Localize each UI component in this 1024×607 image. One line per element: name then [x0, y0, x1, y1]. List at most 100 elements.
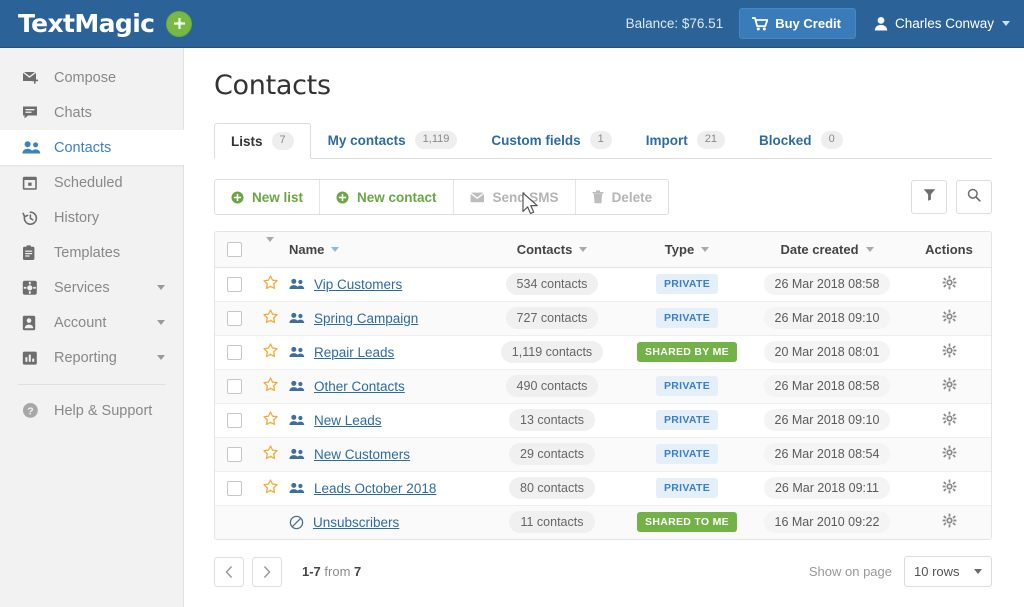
select-all-checkbox[interactable]	[226, 242, 242, 258]
star-icon[interactable]	[262, 275, 278, 290]
header-date-created[interactable]: Date created	[747, 232, 907, 268]
star-icon[interactable]	[262, 445, 278, 460]
gear-icon[interactable]	[942, 513, 957, 528]
rows-per-page-select[interactable]: 10 rows	[904, 556, 992, 587]
star-icon[interactable]	[262, 343, 278, 358]
star-icon[interactable]	[262, 411, 278, 426]
table-row[interactable]: Other Contacts 490 contacts PRIVATE 26 M…	[215, 369, 991, 404]
row-name-cell: Spring Campaign	[287, 301, 477, 336]
list-name-link[interactable]: New Customers	[314, 447, 410, 462]
row-date-cell: 26 Mar 2018 09:11	[747, 471, 907, 506]
table-row[interactable]: New Leads 13 contacts PRIVATE 26 Mar 201…	[215, 403, 991, 438]
row-checkbox[interactable]	[226, 447, 242, 463]
list-name-link[interactable]: Vip Customers	[314, 277, 402, 292]
gear-icon[interactable]	[942, 377, 957, 392]
table-row[interactable]: Spring Campaign 727 contacts PRIVATE 26 …	[215, 301, 991, 336]
tab-count-badge: 1,119	[414, 131, 458, 149]
star-icon[interactable]	[262, 309, 278, 324]
rows-per-page-value: 10 rows	[914, 564, 960, 579]
sidebar-item-compose[interactable]: Compose	[0, 60, 183, 95]
row-checkbox[interactable]	[226, 481, 242, 497]
date-created: 26 Mar 2018 08:58	[763, 273, 891, 295]
new-item-plus-button[interactable]	[166, 10, 193, 37]
tab-import[interactable]: Import 21	[629, 122, 742, 158]
row-checkbox[interactable]	[226, 311, 242, 327]
sidebar-item-account[interactable]: Account	[0, 305, 183, 340]
header-bulk-actions[interactable]	[253, 232, 287, 268]
table-row[interactable]: Leads October 2018 80 contacts PRIVATE 2…	[215, 471, 991, 506]
list-name-link[interactable]: Spring Campaign	[314, 311, 418, 326]
list-name-link[interactable]: Repair Leads	[314, 345, 394, 360]
compose-mail-icon	[22, 70, 44, 86]
row-star-cell	[253, 471, 287, 506]
table-row[interactable]: Repair Leads 1,119 contacts SHARED BY ME…	[215, 335, 991, 370]
table-row[interactable]: Vip Customers 534 contacts PRIVATE 26 Ma…	[215, 267, 991, 302]
row-checkbox[interactable]	[226, 379, 242, 395]
topbar-right-group: Balance: $76.51 Buy Credit Charles Conwa…	[626, 8, 1010, 39]
tab-custom-fields[interactable]: Custom fields 1	[474, 122, 628, 158]
sidebar-item-chats[interactable]: Chats	[0, 95, 183, 130]
header-type[interactable]: Type	[627, 232, 747, 268]
search-button[interactable]	[956, 180, 992, 214]
sidebar-item-services[interactable]: Services	[0, 270, 183, 305]
sidebar-item-help-support[interactable]: ? Help & Support	[0, 393, 183, 428]
table-row[interactable]: Unsubscribers 11 contacts SHARED TO ME 1…	[215, 505, 991, 539]
row-type-cell: PRIVATE	[627, 471, 747, 506]
sidebar-item-scheduled[interactable]: Scheduled	[0, 165, 183, 200]
contacts-count: 29 contacts	[509, 443, 595, 465]
lists-table-container: Name Contacts Type Date created Actions …	[214, 231, 992, 540]
row-checkbox[interactable]	[226, 413, 242, 429]
header-contacts[interactable]: Contacts	[477, 232, 627, 268]
row-checkbox-cell	[215, 403, 253, 438]
gear-icon[interactable]	[942, 411, 957, 426]
sidebar-item-history[interactable]: History	[0, 200, 183, 235]
buy-credit-button[interactable]: Buy Credit	[739, 8, 856, 39]
gear-icon[interactable]	[942, 309, 957, 324]
buy-credit-label: Buy Credit	[775, 16, 841, 31]
filter-button[interactable]	[911, 180, 947, 214]
list-name-link[interactable]: Unsubscribers	[313, 515, 399, 530]
row-checkbox[interactable]	[226, 277, 242, 293]
tab-blocked[interactable]: Blocked 0	[742, 122, 860, 158]
tab-my-contacts[interactable]: My contacts 1,119	[311, 122, 475, 158]
tab-lists[interactable]: Lists 7	[214, 123, 311, 159]
header-name[interactable]: Name	[287, 232, 477, 268]
row-star-cell	[253, 301, 287, 336]
send-sms-button[interactable]: Send SMS	[453, 180, 576, 214]
gear-icon[interactable]	[942, 343, 957, 358]
next-page-button[interactable]	[252, 556, 282, 587]
row-checkbox[interactable]	[226, 345, 242, 361]
delete-button[interactable]: Delete	[575, 180, 669, 214]
row-checkbox-cell	[215, 369, 253, 404]
list-name-link[interactable]: Other Contacts	[314, 379, 405, 394]
row-name-cell: Repair Leads	[287, 335, 477, 370]
sidebar-navigation: Compose Chats Contacts Scheduled History…	[0, 48, 185, 607]
star-icon[interactable]	[262, 377, 278, 392]
previous-page-button[interactable]	[214, 556, 244, 587]
star-icon[interactable]	[262, 479, 278, 494]
sidebar-item-reporting[interactable]: Reporting	[0, 340, 183, 375]
list-name-link[interactable]: New Leads	[314, 413, 382, 428]
gear-icon[interactable]	[942, 479, 957, 494]
top-navigation-bar: TextMagic Balance: $76.51 Buy Credit Cha…	[0, 0, 1024, 48]
gear-icon[interactable]	[942, 275, 957, 290]
new-contact-button[interactable]: New contact	[320, 180, 454, 214]
chevron-down-icon	[157, 320, 165, 325]
sidebar-item-contacts[interactable]: Contacts	[0, 130, 185, 165]
main-content: Contacts Lists 7 My contacts 1,119 Custo…	[184, 48, 1024, 607]
brand-logo[interactable]: TextMagic	[18, 9, 193, 38]
tab-label: Custom fields	[491, 132, 581, 148]
row-contacts-cell: 490 contacts	[477, 369, 627, 404]
chevron-down-icon	[157, 285, 165, 290]
date-created: 26 Mar 2018 08:54	[763, 443, 891, 465]
new-list-button[interactable]: New list	[215, 180, 321, 214]
sidebar-item-label: Help & Support	[54, 402, 153, 419]
gear-icon[interactable]	[942, 445, 957, 460]
row-contacts-cell: 11 contacts	[477, 505, 627, 539]
table-row[interactable]: New Customers 29 contacts PRIVATE 26 Mar…	[215, 437, 991, 472]
list-name-link[interactable]: Leads October 2018	[314, 481, 436, 496]
sidebar-item-templates[interactable]: Templates	[0, 235, 183, 270]
row-checkbox-cell	[215, 471, 253, 506]
user-account-menu[interactable]: Charles Conway	[874, 16, 1010, 31]
row-actions-cell	[907, 369, 991, 404]
